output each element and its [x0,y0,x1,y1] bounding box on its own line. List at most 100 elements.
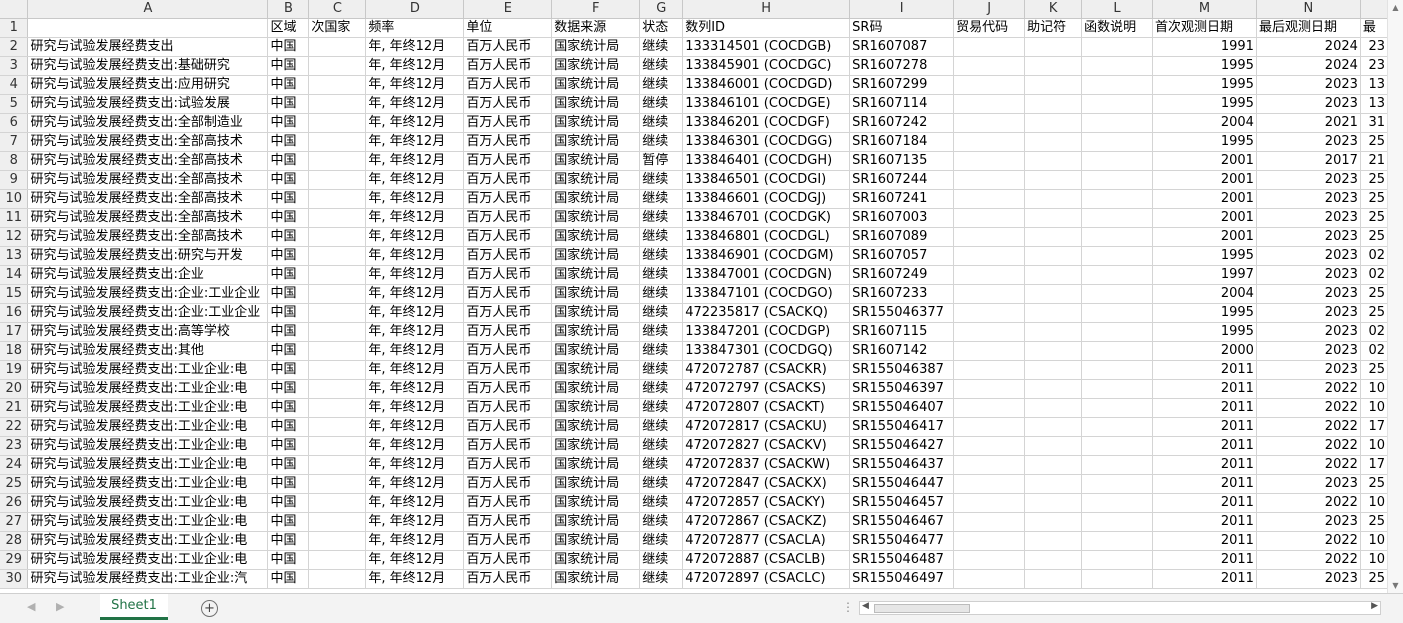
cell[interactable]: 百万人民币 [463,474,553,494]
cell[interactable]: 2023 [1256,265,1361,285]
cell[interactable]: 年, 年终12月 [365,151,465,171]
cell[interactable]: 继续 [639,303,684,323]
cell[interactable]: 百万人民币 [463,37,553,57]
cell[interactable]: 年, 年终12月 [365,322,465,342]
cell[interactable]: 百万人民币 [463,94,553,114]
cell[interactable]: 研究与试验发展经费支出:研究与开发 [27,246,269,266]
cell[interactable] [1024,265,1083,285]
cell[interactable]: 继续 [639,56,684,76]
row-header[interactable]: 14 [0,265,29,285]
cell[interactable] [308,265,367,285]
cell[interactable]: 百万人民币 [463,246,553,266]
row-header[interactable]: 12 [0,227,29,247]
cell[interactable]: 国家统计局 [551,455,641,475]
cell[interactable]: 百万人民币 [463,208,553,228]
cell[interactable]: 2001 [1152,151,1257,171]
cell[interactable]: 继续 [639,341,684,361]
cell[interactable]: 年, 年终12月 [365,455,465,475]
cell[interactable]: 1991 [1152,37,1257,57]
column-header[interactable]: C [308,0,367,19]
cell[interactable]: SR1607135 [849,151,955,171]
cell[interactable] [1081,512,1154,532]
cell[interactable]: 1995 [1152,303,1257,323]
cell[interactable] [308,37,367,57]
cell[interactable]: 继续 [639,284,684,304]
cell[interactable] [1024,37,1083,57]
cell[interactable]: 百万人民币 [463,550,553,570]
cell[interactable]: 继续 [639,360,684,380]
cell[interactable] [953,94,1026,114]
column-header[interactable]: E [463,0,553,19]
cell[interactable] [308,531,367,551]
cell[interactable] [1081,189,1154,209]
cell[interactable]: 1995 [1152,322,1257,342]
cell[interactable]: 472072867 (CSACKZ) [682,512,851,532]
cell[interactable]: 研究与试验发展经费支出:工业企业:电 [27,436,269,456]
cell[interactable] [308,493,367,513]
cell[interactable] [308,303,367,323]
cell[interactable] [308,569,367,589]
cell[interactable]: 2022 [1256,493,1361,513]
cell[interactable] [308,246,367,266]
cell[interactable]: SR155046407 [849,398,955,418]
cell[interactable]: 国家统计局 [551,208,641,228]
row-header[interactable]: 13 [0,246,29,266]
cell[interactable] [308,379,367,399]
cell[interactable]: 2017 [1256,151,1361,171]
cell[interactable]: SR1607087 [849,37,955,57]
cell[interactable] [1024,246,1083,266]
column-header[interactable]: N [1256,0,1361,19]
cell[interactable] [1081,75,1154,95]
cell[interactable]: 研究与试验发展经费支出:企业:工业企业 [27,303,269,323]
prev-sheet-icon[interactable]: ◀ [27,600,35,613]
cell[interactable] [1024,132,1083,152]
cell[interactable]: 研究与试验发展经费支出:全部高技术 [27,132,269,152]
cell[interactable]: SR1607249 [849,265,955,285]
cell[interactable]: 2011 [1152,569,1257,589]
cell[interactable]: 国家统计局 [551,284,641,304]
cell[interactable]: 年, 年终12月 [365,493,465,513]
cell[interactable]: 国家统计局 [551,493,641,513]
cell[interactable]: SR1607241 [849,189,955,209]
cell[interactable] [1024,94,1083,114]
cell[interactable]: 年, 年终12月 [365,189,465,209]
cell[interactable]: SR155046457 [849,493,955,513]
row-header[interactable]: 24 [0,455,29,475]
cell[interactable]: 133846901 (COCDGM) [682,246,851,266]
cell[interactable]: 百万人民币 [463,170,553,190]
cell[interactable]: 继续 [639,550,684,570]
cell[interactable]: 继续 [639,512,684,532]
cell[interactable]: SR1607278 [849,56,955,76]
cell[interactable] [953,474,1026,494]
cell[interactable]: 研究与试验发展经费支出:工业企业:电 [27,360,269,380]
row-header[interactable]: 5 [0,94,29,114]
cell[interactable]: 2023 [1256,512,1361,532]
cell[interactable] [1024,493,1083,513]
cell[interactable]: 继续 [639,474,684,494]
cell[interactable] [1081,550,1154,570]
cell[interactable]: 2011 [1152,360,1257,380]
cell[interactable]: 1995 [1152,56,1257,76]
cell[interactable] [1081,284,1154,304]
cell[interactable]: 继续 [639,208,684,228]
cell[interactable]: 年, 年终12月 [365,132,465,152]
cell[interactable]: SR1607184 [849,132,955,152]
cell[interactable]: 2023 [1256,189,1361,209]
cell[interactable] [1024,75,1083,95]
cell[interactable]: 年, 年终12月 [365,474,465,494]
cell[interactable]: SR155046387 [849,360,955,380]
cell[interactable]: 年, 年终12月 [365,303,465,323]
cell[interactable] [953,531,1026,551]
cell[interactable]: 10 [1360,531,1388,551]
cell[interactable]: 2023 [1256,227,1361,247]
cell[interactable] [308,113,367,133]
cell[interactable]: 2011 [1152,550,1257,570]
cell[interactable]: 中国 [267,189,310,209]
cell[interactable]: 年, 年终12月 [365,208,465,228]
row-header[interactable]: 9 [0,170,29,190]
cell[interactable] [1024,113,1083,133]
cell[interactable]: 国家统计局 [551,360,641,380]
header-cell[interactable]: 贸易代码 [953,18,1026,38]
cell[interactable]: SR155046477 [849,531,955,551]
cell[interactable]: 国家统计局 [551,94,641,114]
